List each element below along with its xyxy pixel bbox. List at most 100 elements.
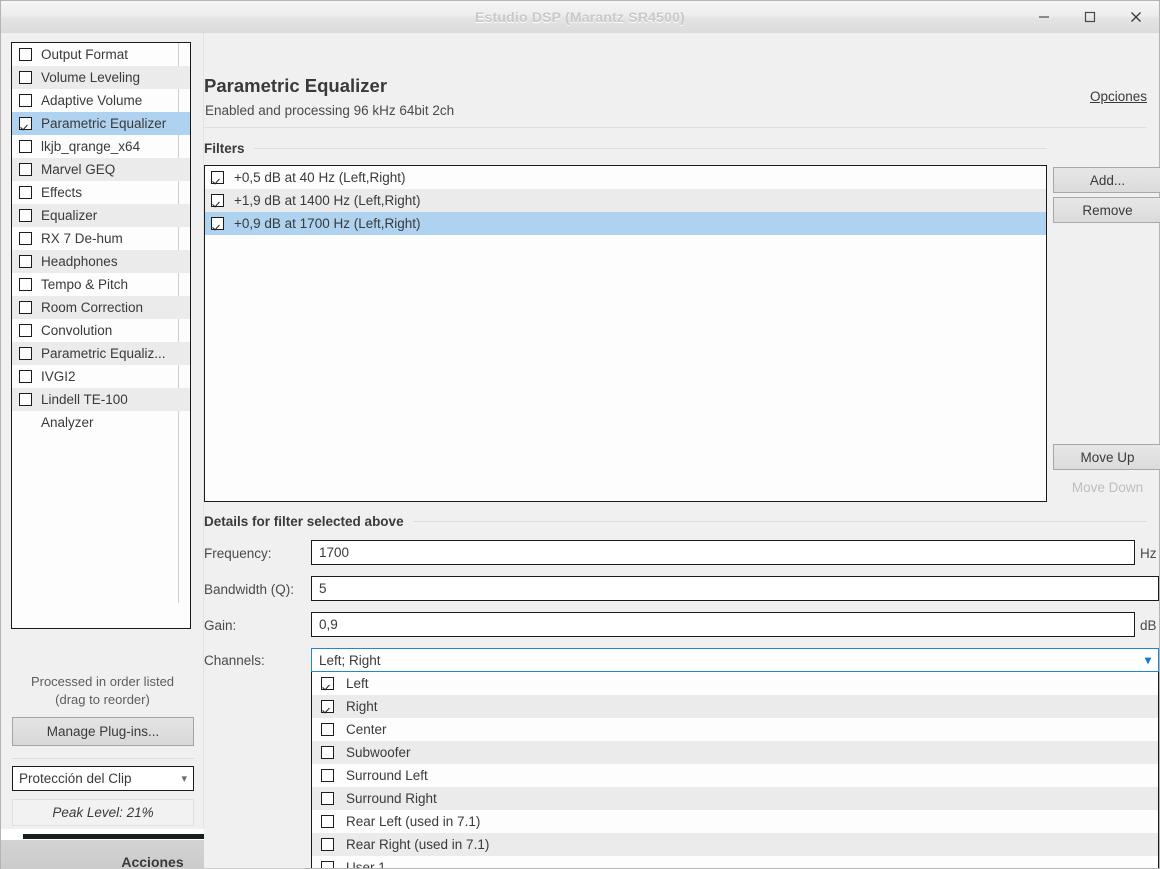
sidebar-item-equalizer[interactable]: Equalizer	[12, 204, 190, 227]
sidebar-item-parametric-equalizer[interactable]: Parametric Equalizer	[12, 112, 190, 135]
checkbox-unchecked-icon[interactable]	[19, 163, 32, 176]
filter-row-label: +0,9 dB at 1700 Hz (Left,Right)	[234, 216, 421, 231]
minimize-button[interactable]	[1021, 1, 1067, 33]
filter-row[interactable]: +0,5 dB at 40 Hz (Left,Right)	[205, 166, 1046, 189]
sidebar-divider	[12, 758, 194, 759]
channel-option-label: Right	[346, 699, 378, 714]
sidebar-item-analyzer[interactable]: Analyzer	[12, 411, 190, 434]
clip-protection-select[interactable]: Protección del Clip ▾	[12, 766, 194, 791]
channel-option-label: Subwoofer	[346, 745, 411, 760]
checkbox-unchecked-icon[interactable]	[19, 94, 32, 107]
sidebar-item-rx-7-de-hum[interactable]: RX 7 De-hum	[12, 227, 190, 250]
sidebar-item-volume-leveling[interactable]: Volume Leveling	[12, 66, 190, 89]
channel-option-label: Surround Right	[346, 791, 437, 806]
sidebar-item-output-format[interactable]: Output Format	[12, 43, 190, 66]
filter-row[interactable]: +0,9 dB at 1700 Hz (Left,Right)	[205, 212, 1046, 235]
channel-option[interactable]: Rear Left (used in 7.1)	[312, 810, 1158, 833]
checkbox-unchecked-icon[interactable]	[19, 347, 32, 360]
channel-option[interactable]: Subwoofer	[312, 741, 1158, 764]
channel-option[interactable]: User 1	[312, 856, 1158, 868]
checkbox-unchecked-icon[interactable]	[19, 278, 32, 291]
sidebar-item-ivgi2[interactable]: IVGI2	[12, 365, 190, 388]
checkbox-unchecked-icon[interactable]	[19, 301, 32, 314]
checkbox-checked-icon[interactable]	[321, 677, 334, 690]
application-window: Estudio DSP (Marantz SR4500) Output Form…	[0, 0, 1160, 869]
sidebar-item-label: Parametric Equaliz...	[41, 346, 166, 361]
actions-label: Acciones	[121, 853, 184, 869]
channel-option-label: Center	[346, 722, 387, 737]
plugin-sidebar: Output Format Volume Leveling Adaptive Vol…	[1, 33, 204, 835]
checkbox-unchecked-icon[interactable]	[321, 723, 334, 736]
frequency-input[interactable]: 1700	[311, 540, 1135, 565]
sidebar-item-effects[interactable]: Effects	[12, 181, 190, 204]
checkbox-unchecked-icon[interactable]	[321, 792, 334, 805]
order-note: Processed in order listed (drag to reord…	[1, 673, 204, 709]
checkbox-checked-icon[interactable]	[321, 700, 334, 713]
channel-option[interactable]: Rear Right (used in 7.1)	[312, 833, 1158, 856]
channel-option-label: Left	[346, 676, 369, 691]
sidebar-item-label: Output Format	[41, 47, 129, 62]
title-bar[interactable]: Estudio DSP (Marantz SR4500)	[1, 1, 1159, 33]
checkbox-unchecked-icon[interactable]	[19, 324, 32, 337]
sidebar-item-parametric-equaliz[interactable]: Parametric Equaliz...	[12, 342, 190, 365]
gain-input[interactable]: 0,9	[311, 612, 1135, 637]
filter-row[interactable]: +1,9 dB at 1400 Hz (Left,Right)	[205, 189, 1046, 212]
checkbox-unchecked-icon[interactable]	[19, 232, 32, 245]
sidebar-item-headphones[interactable]: Headphones	[12, 250, 190, 273]
sidebar-item-lindell-te-100[interactable]: Lindell TE-100	[12, 388, 190, 411]
checkbox-unchecked-icon[interactable]	[19, 140, 32, 153]
checkbox-unchecked-icon[interactable]	[321, 861, 334, 868]
checkbox-unchecked-icon[interactable]	[19, 186, 32, 199]
channel-option[interactable]: Surround Left	[312, 764, 1158, 787]
sidebar-item-label: Volume Leveling	[41, 70, 141, 85]
channels-dropdown-list[interactable]: Left Right Center Subwoofer Surround Left Sur…	[311, 672, 1159, 868]
channel-option[interactable]: Center	[312, 718, 1158, 741]
manage-plugins-button[interactable]: Manage Plug-ins...	[12, 717, 194, 746]
checkbox-unchecked-icon[interactable]	[19, 209, 32, 222]
window-title: Estudio DSP (Marantz SR4500)	[475, 8, 685, 25]
filters-section-label: Filters	[204, 141, 245, 156]
add-filter-button[interactable]: Add...	[1053, 167, 1160, 193]
sidebar-item-label: Headphones	[41, 254, 118, 269]
checkbox-unchecked-icon[interactable]	[321, 746, 334, 759]
sidebar-item-convolution[interactable]: Convolution	[12, 319, 190, 342]
channel-option[interactable]: Right	[312, 695, 1158, 718]
sidebar-item-adaptive-volume[interactable]: Adaptive Volume	[12, 89, 190, 112]
sidebar-item-label: Parametric Equalizer	[41, 116, 167, 131]
sidebar-item-tempo-pitch[interactable]: Tempo & Pitch	[12, 273, 190, 296]
sidebar-item-lkjb-qrange-x64[interactable]: lkjb_qrange_x64	[12, 135, 190, 158]
details-section-label: Details for filter selected above	[204, 514, 404, 529]
checkbox-unchecked-icon[interactable]	[321, 838, 334, 851]
section-rule	[412, 521, 1147, 522]
checkbox-unchecked-icon[interactable]	[19, 71, 32, 84]
channel-option-label: Rear Right (used in 7.1)	[346, 837, 490, 852]
checkbox-unchecked-icon[interactable]	[321, 815, 334, 828]
bandwidth-input[interactable]: 5	[311, 576, 1159, 601]
channels-select[interactable]: Left; Right ▾	[311, 648, 1159, 672]
sidebar-item-marvel-geq[interactable]: Marvel GEQ	[12, 158, 190, 181]
checkbox-unchecked-icon[interactable]	[19, 48, 32, 61]
sidebar-item-label: Convolution	[41, 323, 113, 338]
sidebar-item-label: Adaptive Volume	[41, 93, 143, 108]
channels-label: Channels:	[204, 653, 265, 668]
checkbox-unchecked-icon[interactable]	[19, 393, 32, 406]
maximize-button[interactable]	[1067, 1, 1113, 33]
sidebar-item-room-correction[interactable]: Room Correction	[12, 296, 190, 319]
filters-list[interactable]: +0,5 dB at 40 Hz (Left,Right) +1,9 dB at …	[204, 165, 1047, 502]
move-up-button[interactable]: Move Up	[1053, 444, 1160, 470]
order-note-line2: (drag to reorder)	[55, 692, 150, 707]
checkbox-unchecked-icon[interactable]	[19, 370, 32, 383]
sidebar-item-label: Room Correction	[41, 300, 144, 315]
checkbox-checked-icon[interactable]	[19, 117, 32, 130]
close-button[interactable]	[1113, 1, 1159, 33]
options-link[interactable]: Opciones	[1090, 89, 1147, 104]
checkbox-checked-icon[interactable]	[211, 217, 224, 230]
checkbox-unchecked-icon[interactable]	[19, 255, 32, 268]
channel-option[interactable]: Left	[312, 672, 1158, 695]
remove-filter-button[interactable]: Remove	[1053, 197, 1160, 223]
plugin-list[interactable]: Output Format Volume Leveling Adaptive Vol…	[11, 42, 191, 629]
checkbox-checked-icon[interactable]	[211, 194, 224, 207]
checkbox-checked-icon[interactable]	[211, 171, 224, 184]
checkbox-unchecked-icon[interactable]	[321, 769, 334, 782]
channel-option[interactable]: Surround Right	[312, 787, 1158, 810]
